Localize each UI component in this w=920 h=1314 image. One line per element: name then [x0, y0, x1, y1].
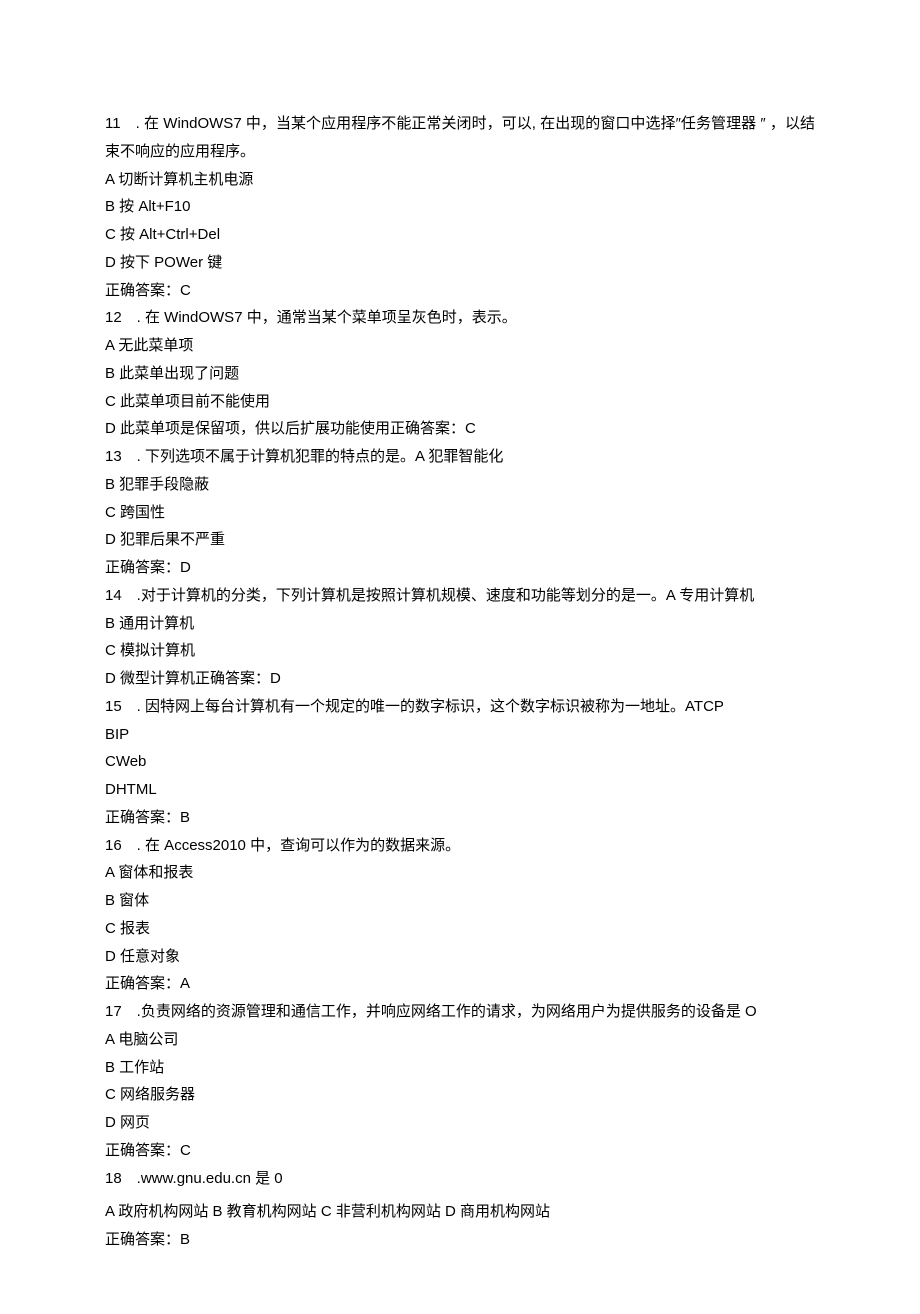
text-line: 18 .www.gnu.edu.cn 是 0: [105, 1165, 815, 1193]
text-line: 17 .负责网络的资源管理和通信工作，并响应网络工作的请求，为网络用户为提供服务…: [105, 998, 815, 1026]
text-line: B 通用计算机: [105, 610, 815, 638]
text-line: B 犯罪手段隐蔽: [105, 471, 815, 499]
text-line: A 无此菜单项: [105, 332, 815, 360]
text-line: C 按 Alt+Ctrl+Del: [105, 221, 815, 249]
text-line: 16 . 在 Access2010 中，查询可以作为的数据来源。: [105, 832, 815, 860]
text-line: 正确答案：C: [105, 277, 815, 305]
text-line: C 模拟计算机: [105, 637, 815, 665]
text-line: A 窗体和报表: [105, 859, 815, 887]
text-line: C 此菜单项目前不能使用: [105, 388, 815, 416]
text-line: C 网络服务器: [105, 1081, 815, 1109]
text-line: 15 . 因特网上每台计算机有一个规定的唯一的数字标识，这个数字标识被称为一地址…: [105, 693, 815, 721]
text-line: D 网页: [105, 1109, 815, 1137]
text-line: B 工作站: [105, 1054, 815, 1082]
text-line: B 按 Alt+F10: [105, 193, 815, 221]
document-page: 11 . 在 WindOWS7 中，当某个应用程序不能正常关闭时，可以, 在出现…: [0, 0, 920, 1314]
text-line: 正确答案：B: [105, 1226, 815, 1254]
text-line: DHTML: [105, 776, 815, 804]
text-line: D 任意对象: [105, 943, 815, 971]
text-line: C 跨国性: [105, 499, 815, 527]
text-line: D 犯罪后果不严重: [105, 526, 815, 554]
text-line: CWeb: [105, 748, 815, 776]
text-line: 正确答案：C: [105, 1137, 815, 1165]
text-line: D 此菜单项是保留项，供以后扩展功能使用正确答案：C: [105, 415, 815, 443]
text-line: 13 . 下列选项不属于计算机犯罪的特点的是。A 犯罪智能化: [105, 443, 815, 471]
text-line: 正确答案：B: [105, 804, 815, 832]
text-line: 12 . 在 WindOWS7 中，通常当某个菜单项呈灰色时，表示。: [105, 304, 815, 332]
text-line: 正确答案：A: [105, 970, 815, 998]
text-line: C 报表: [105, 915, 815, 943]
text-line: A 政府机构网站 B 教育机构网站 C 非营利机构网站 D 商用机构网站: [105, 1198, 815, 1226]
text-line: 14 .对于计算机的分类，下列计算机是按照计算机规模、速度和功能等划分的是一。A…: [105, 582, 815, 610]
text-line: B 窗体: [105, 887, 815, 915]
text-line: D 按下 POWer 键: [105, 249, 815, 277]
text-line: 正确答案：D: [105, 554, 815, 582]
text-line: 11 . 在 WindOWS7 中，当某个应用程序不能正常关闭时，可以, 在出现…: [105, 110, 815, 166]
text-line: B 此菜单出现了问题: [105, 360, 815, 388]
text-line: D 微型计算机正确答案：D: [105, 665, 815, 693]
text-line: BIP: [105, 721, 815, 749]
text-line: A 切断计算机主机电源: [105, 166, 815, 194]
text-line: A 电脑公司: [105, 1026, 815, 1054]
